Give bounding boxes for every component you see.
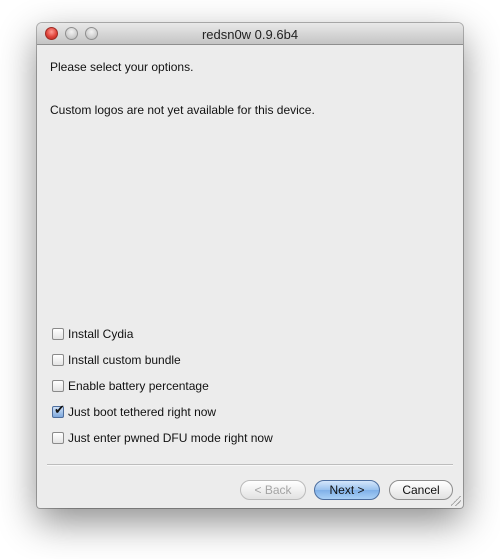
options-prompt: Please select your options. <box>50 60 194 74</box>
pwned-dfu-mode-checkbox[interactable] <box>52 432 64 444</box>
install-custom-bundle-label[interactable]: Install custom bundle <box>68 353 181 367</box>
window-title: redsn0w 0.9.6b4 <box>201 27 299 42</box>
enable-battery-percentage-checkbox[interactable] <box>52 380 64 392</box>
pwned-dfu-mode-label[interactable]: Just enter pwned DFU mode right now <box>68 431 273 445</box>
install-custom-bundle-checkbox[interactable] <box>52 354 64 366</box>
option-install-cydia[interactable]: Install Cydia <box>52 326 133 342</box>
cancel-button[interactable]: Cancel <box>389 480 453 500</box>
custom-logos-notice: Custom logos are not yet available for t… <box>50 103 315 117</box>
resize-grip-icon[interactable] <box>451 496 461 506</box>
checkmark-icon: ✔ <box>54 402 65 417</box>
next-button[interactable]: Next > <box>314 480 380 500</box>
back-button[interactable]: < Back <box>240 480 306 500</box>
option-enable-battery-percentage[interactable]: Enable battery percentage <box>52 378 209 394</box>
button-divider <box>47 464 453 466</box>
enable-battery-percentage-label[interactable]: Enable battery percentage <box>68 379 209 393</box>
install-cydia-checkbox[interactable] <box>52 328 64 340</box>
redsn0w-window: redsn0w 0.9.6b4 Please select your optio… <box>37 23 463 508</box>
option-just-boot-tethered[interactable]: ✔ Just boot tethered right now <box>52 402 216 420</box>
just-boot-tethered-label[interactable]: Just boot tethered right now <box>68 405 216 419</box>
just-boot-tethered-checkbox[interactable]: ✔ <box>52 402 65 418</box>
option-install-custom-bundle[interactable]: Install custom bundle <box>52 352 181 368</box>
title-bar[interactable]: redsn0w 0.9.6b4 <box>37 23 463 45</box>
option-pwned-dfu-mode[interactable]: Just enter pwned DFU mode right now <box>52 430 273 446</box>
install-cydia-label[interactable]: Install Cydia <box>68 327 133 341</box>
